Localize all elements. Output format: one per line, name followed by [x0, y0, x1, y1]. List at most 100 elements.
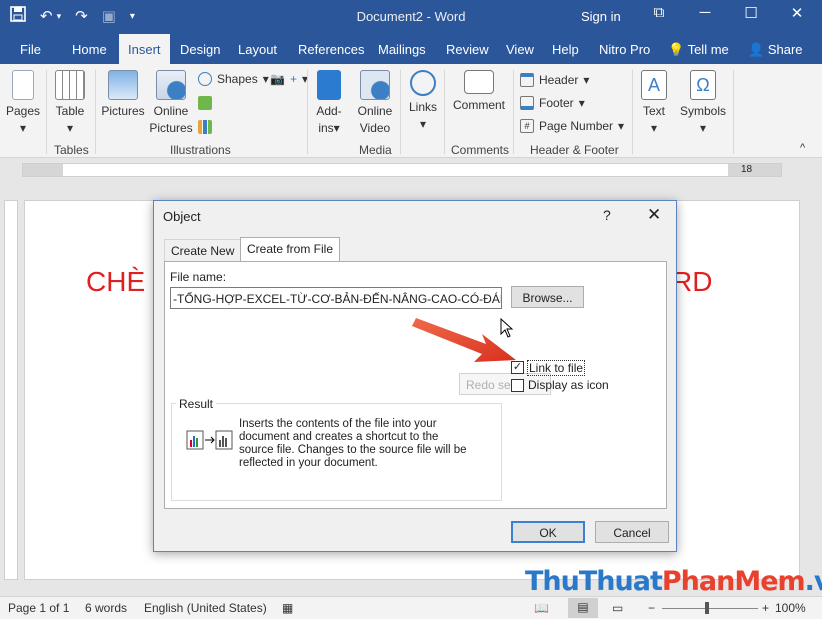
links-label: Links: [408, 100, 437, 114]
display-as-icon-checkbox[interactable]: [511, 379, 524, 392]
page-count[interactable]: Page 1 of 1: [8, 601, 69, 615]
watermark-part: Thu: [525, 566, 580, 597]
tab-mailings[interactable]: Mailings: [378, 42, 426, 57]
ribbon-separator: [400, 70, 401, 154]
footer-dropdown-icon: ▾: [578, 96, 585, 110]
shapes-button[interactable]: Shapes ▾: [198, 72, 269, 86]
display-as-icon-label[interactable]: Display as icon: [528, 378, 609, 392]
vertical-ruler: [4, 200, 18, 580]
footer-button[interactable]: Footer ▾: [520, 96, 585, 110]
header-dropdown-icon: ▾: [583, 73, 590, 87]
tab-design[interactable]: Design: [180, 42, 220, 57]
page-number-icon: #: [520, 119, 534, 133]
zoom-in-icon[interactable]: +: [762, 601, 769, 615]
footer-label: Footer: [539, 96, 574, 110]
online-pictures-button[interactable]: Online Pictures: [148, 70, 194, 137]
ruler-track[interactable]: 18: [22, 163, 782, 177]
word-count[interactable]: 6 words: [85, 601, 127, 615]
shapes-icon: [198, 72, 212, 86]
document-heading-left: CHÈ: [86, 266, 146, 297]
cancel-button[interactable]: Cancel: [595, 521, 669, 543]
zoom-slider-thumb[interactable]: [705, 602, 709, 614]
tab-create-from-file[interactable]: Create from File: [240, 237, 341, 262]
tab-references[interactable]: References: [298, 42, 364, 57]
link-to-file-label[interactable]: Link to file: [527, 360, 586, 376]
result-description: Inserts the contents of the file into yo…: [239, 418, 467, 469]
web-layout-icon[interactable]: ▭: [612, 601, 623, 615]
tab-file[interactable]: File: [20, 42, 41, 57]
group-tables: Tables: [54, 143, 89, 157]
tab-home[interactable]: Home: [72, 42, 107, 57]
links-button[interactable]: Links ▾: [405, 70, 441, 133]
zoom-slider[interactable]: [662, 602, 758, 614]
online-video-button[interactable]: Online Video: [353, 70, 397, 137]
online-pictures-label-2: Pictures: [149, 121, 193, 135]
window-controls: ⧉ ─ ☐ ✕: [636, 4, 820, 22]
ok-button[interactable]: OK: [511, 521, 585, 543]
document-heading-right: RD: [672, 266, 713, 297]
dialog-title: Object: [163, 209, 201, 224]
result-label: Result: [176, 397, 217, 411]
tab-nitro-pro[interactable]: Nitro Pro: [599, 42, 650, 57]
table-button[interactable]: Table ▾: [52, 70, 88, 137]
group-header-footer: Header & Footer: [530, 143, 619, 157]
tell-me-label: Tell me: [687, 42, 729, 57]
comment-label: Comment: [452, 98, 505, 112]
add-icon: +: [289, 72, 297, 86]
chart-icon: [198, 120, 212, 134]
ribbon-display-icon[interactable]: ⧉: [636, 4, 682, 22]
chart-button[interactable]: [198, 120, 212, 134]
help-icon[interactable]: ?: [603, 207, 611, 223]
watermark-part: Thuat: [578, 566, 663, 597]
add-ins-button[interactable]: Add-ins▾: [311, 70, 347, 137]
tab-review[interactable]: Review: [446, 42, 489, 57]
tab-help[interactable]: Help: [552, 42, 579, 57]
tell-me-box[interactable]: 💡 Tell me: [668, 42, 729, 58]
smartart-button[interactable]: [198, 96, 212, 110]
ribbon-separator: [632, 70, 633, 154]
share-button[interactable]: 👤 Share: [748, 42, 803, 58]
lightbulb-icon: 💡: [668, 42, 685, 57]
symbols-button[interactable]: Ω Symbols ▾: [678, 70, 728, 137]
tab-create-new[interactable]: Create New: [164, 239, 242, 261]
ribbon-separator: [307, 70, 308, 154]
smartart-icon: [198, 96, 212, 110]
camera-icon: 📷: [270, 72, 285, 86]
collapse-ribbon-icon[interactable]: ^: [800, 142, 805, 154]
share-icon: 👤: [748, 42, 765, 57]
pages-dropdown-icon: ▾: [19, 121, 27, 135]
ruler-number: 18: [741, 164, 753, 175]
print-layout-icon[interactable]: ▤: [568, 598, 598, 618]
page-number-label: Page Number: [539, 119, 614, 133]
comment-button[interactable]: Comment: [449, 70, 509, 114]
close-icon[interactable]: ✕: [647, 205, 661, 225]
watermark-part: .vn: [804, 566, 822, 597]
pictures-button[interactable]: Pictures: [100, 70, 146, 120]
close-window-icon[interactable]: ✕: [774, 4, 820, 22]
status-bar: Page 1 of 1 6 words English (United Stat…: [0, 596, 822, 619]
text-dropdown-icon: ▾: [650, 121, 658, 135]
header-button[interactable]: Header ▾: [520, 73, 589, 87]
tab-view[interactable]: View: [506, 42, 534, 57]
text-button[interactable]: A Text ▾: [636, 70, 672, 137]
shapes-dropdown-icon: ▾: [262, 72, 269, 86]
browse-button[interactable]: Browse...: [511, 286, 584, 308]
tab-layout[interactable]: Layout: [238, 42, 277, 57]
ribbon-separator: [444, 70, 445, 154]
maximize-icon[interactable]: ☐: [728, 4, 774, 22]
minimize-icon[interactable]: ─: [682, 4, 728, 22]
page-number-button[interactable]: # Page Number ▾: [520, 119, 624, 133]
sign-in-link[interactable]: Sign in: [581, 9, 621, 24]
macro-icon[interactable]: ▦: [282, 601, 293, 615]
ribbon-separator: [46, 70, 47, 154]
language-indicator[interactable]: English (United States): [144, 601, 267, 615]
tab-insert[interactable]: Insert: [119, 34, 170, 64]
header-label: Header: [539, 73, 579, 87]
zoom-out-icon[interactable]: −: [648, 601, 655, 615]
zoom-level[interactable]: 100%: [775, 601, 806, 615]
file-name-input[interactable]: -TỔNG-HỢP-EXCEL-TỪ-CƠ-BẢN-ĐẾN-NÂNG-CAO-C…: [170, 287, 502, 309]
screenshot-button[interactable]: 📷 + ▾: [270, 72, 308, 86]
read-mode-icon[interactable]: 📖: [534, 601, 549, 615]
pages-button[interactable]: Pages ▾: [4, 70, 42, 137]
add-ins-label: Add-: [316, 104, 342, 118]
